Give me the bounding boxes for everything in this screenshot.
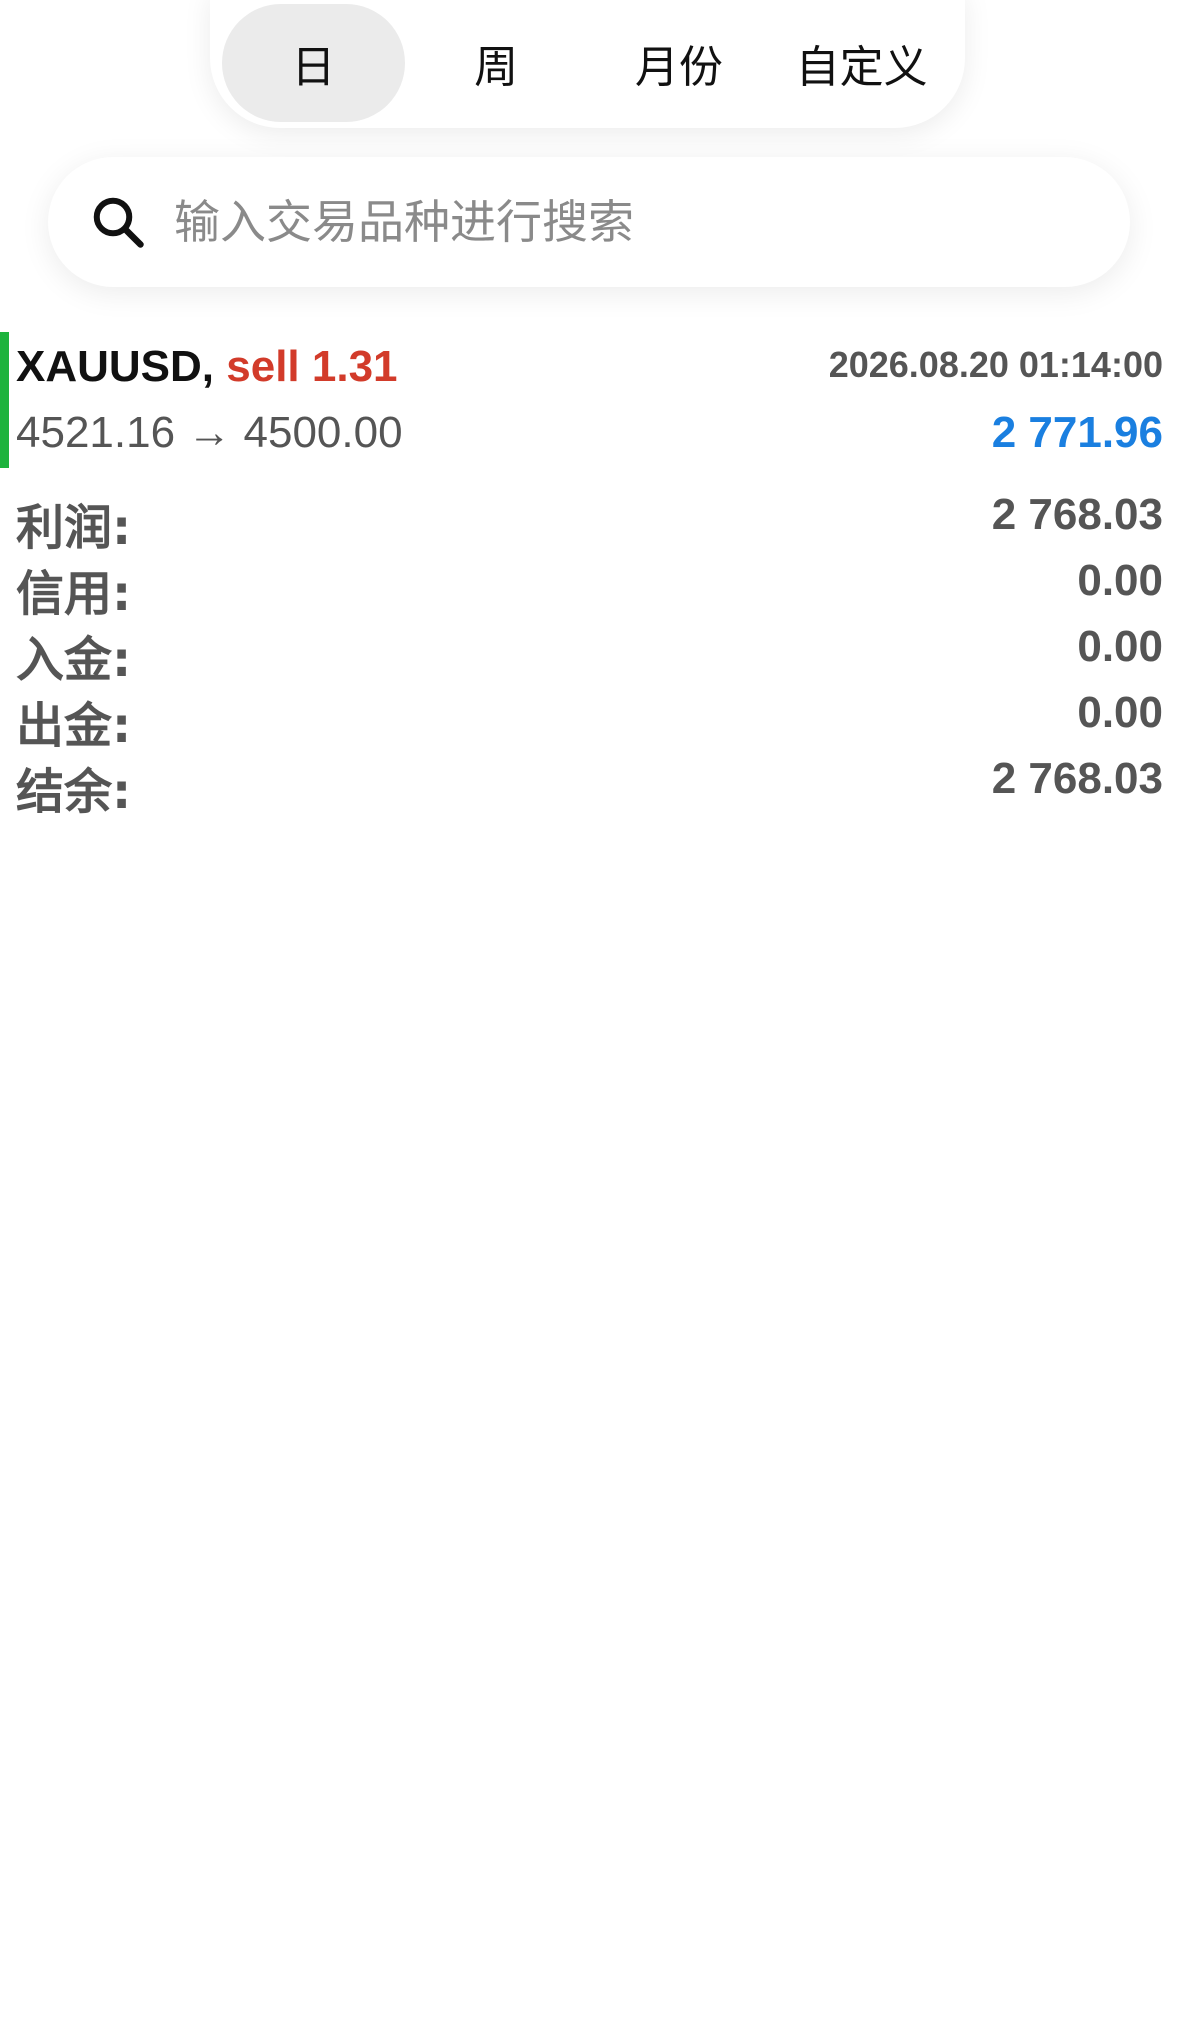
tab-day[interactable]: 日 bbox=[222, 4, 405, 122]
tab-month[interactable]: 月份 bbox=[588, 4, 771, 122]
tab-custom[interactable]: 自定义 bbox=[770, 4, 953, 122]
summary-row-balance: 结余: 2 768.03 bbox=[16, 746, 1163, 820]
summary-value: 0.00 bbox=[1077, 622, 1163, 671]
trade-prices: 4521.16 → 4500.00 bbox=[16, 408, 403, 457]
trade-header: XAUUSD, sell 1.31 bbox=[16, 342, 398, 392]
trade-profit: 2 771.96 bbox=[991, 408, 1163, 457]
summary-row-deposit: 入金: 0.00 bbox=[16, 614, 1163, 688]
summary-value: 0.00 bbox=[1077, 688, 1163, 737]
trade-side: sell 1.31 bbox=[226, 342, 398, 391]
trade-time: 2026.08.20 01:14:00 bbox=[828, 344, 1163, 385]
trade-row[interactable]: XAUUSD, sell 1.31 2026.08.20 01:14:00 45… bbox=[0, 332, 1179, 468]
search-bar[interactable] bbox=[48, 157, 1130, 287]
summary-value: 0.00 bbox=[1077, 556, 1163, 605]
period-segmented-control: 日 周 月份 自定义 bbox=[210, 0, 965, 128]
search-input[interactable] bbox=[172, 194, 1056, 250]
summary-label: 结余: bbox=[16, 764, 132, 820]
summary-row-profit: 利润: 2 768.03 bbox=[16, 482, 1163, 556]
trade-symbol: XAUUSD, bbox=[16, 342, 215, 391]
trade-indicator-bar bbox=[0, 332, 9, 468]
summary-row-credit: 信用: 0.00 bbox=[16, 548, 1163, 622]
summary-value: 2 768.03 bbox=[991, 754, 1163, 803]
summary-list: 利润: 2 768.03 信用: 0.00 入金: 0.00 出金: 0.00 … bbox=[16, 482, 1163, 820]
summary-row-withdrawal: 出金: 0.00 bbox=[16, 680, 1163, 754]
search-icon bbox=[93, 197, 144, 248]
tab-week[interactable]: 周 bbox=[405, 4, 588, 122]
summary-value: 2 768.03 bbox=[991, 490, 1163, 539]
